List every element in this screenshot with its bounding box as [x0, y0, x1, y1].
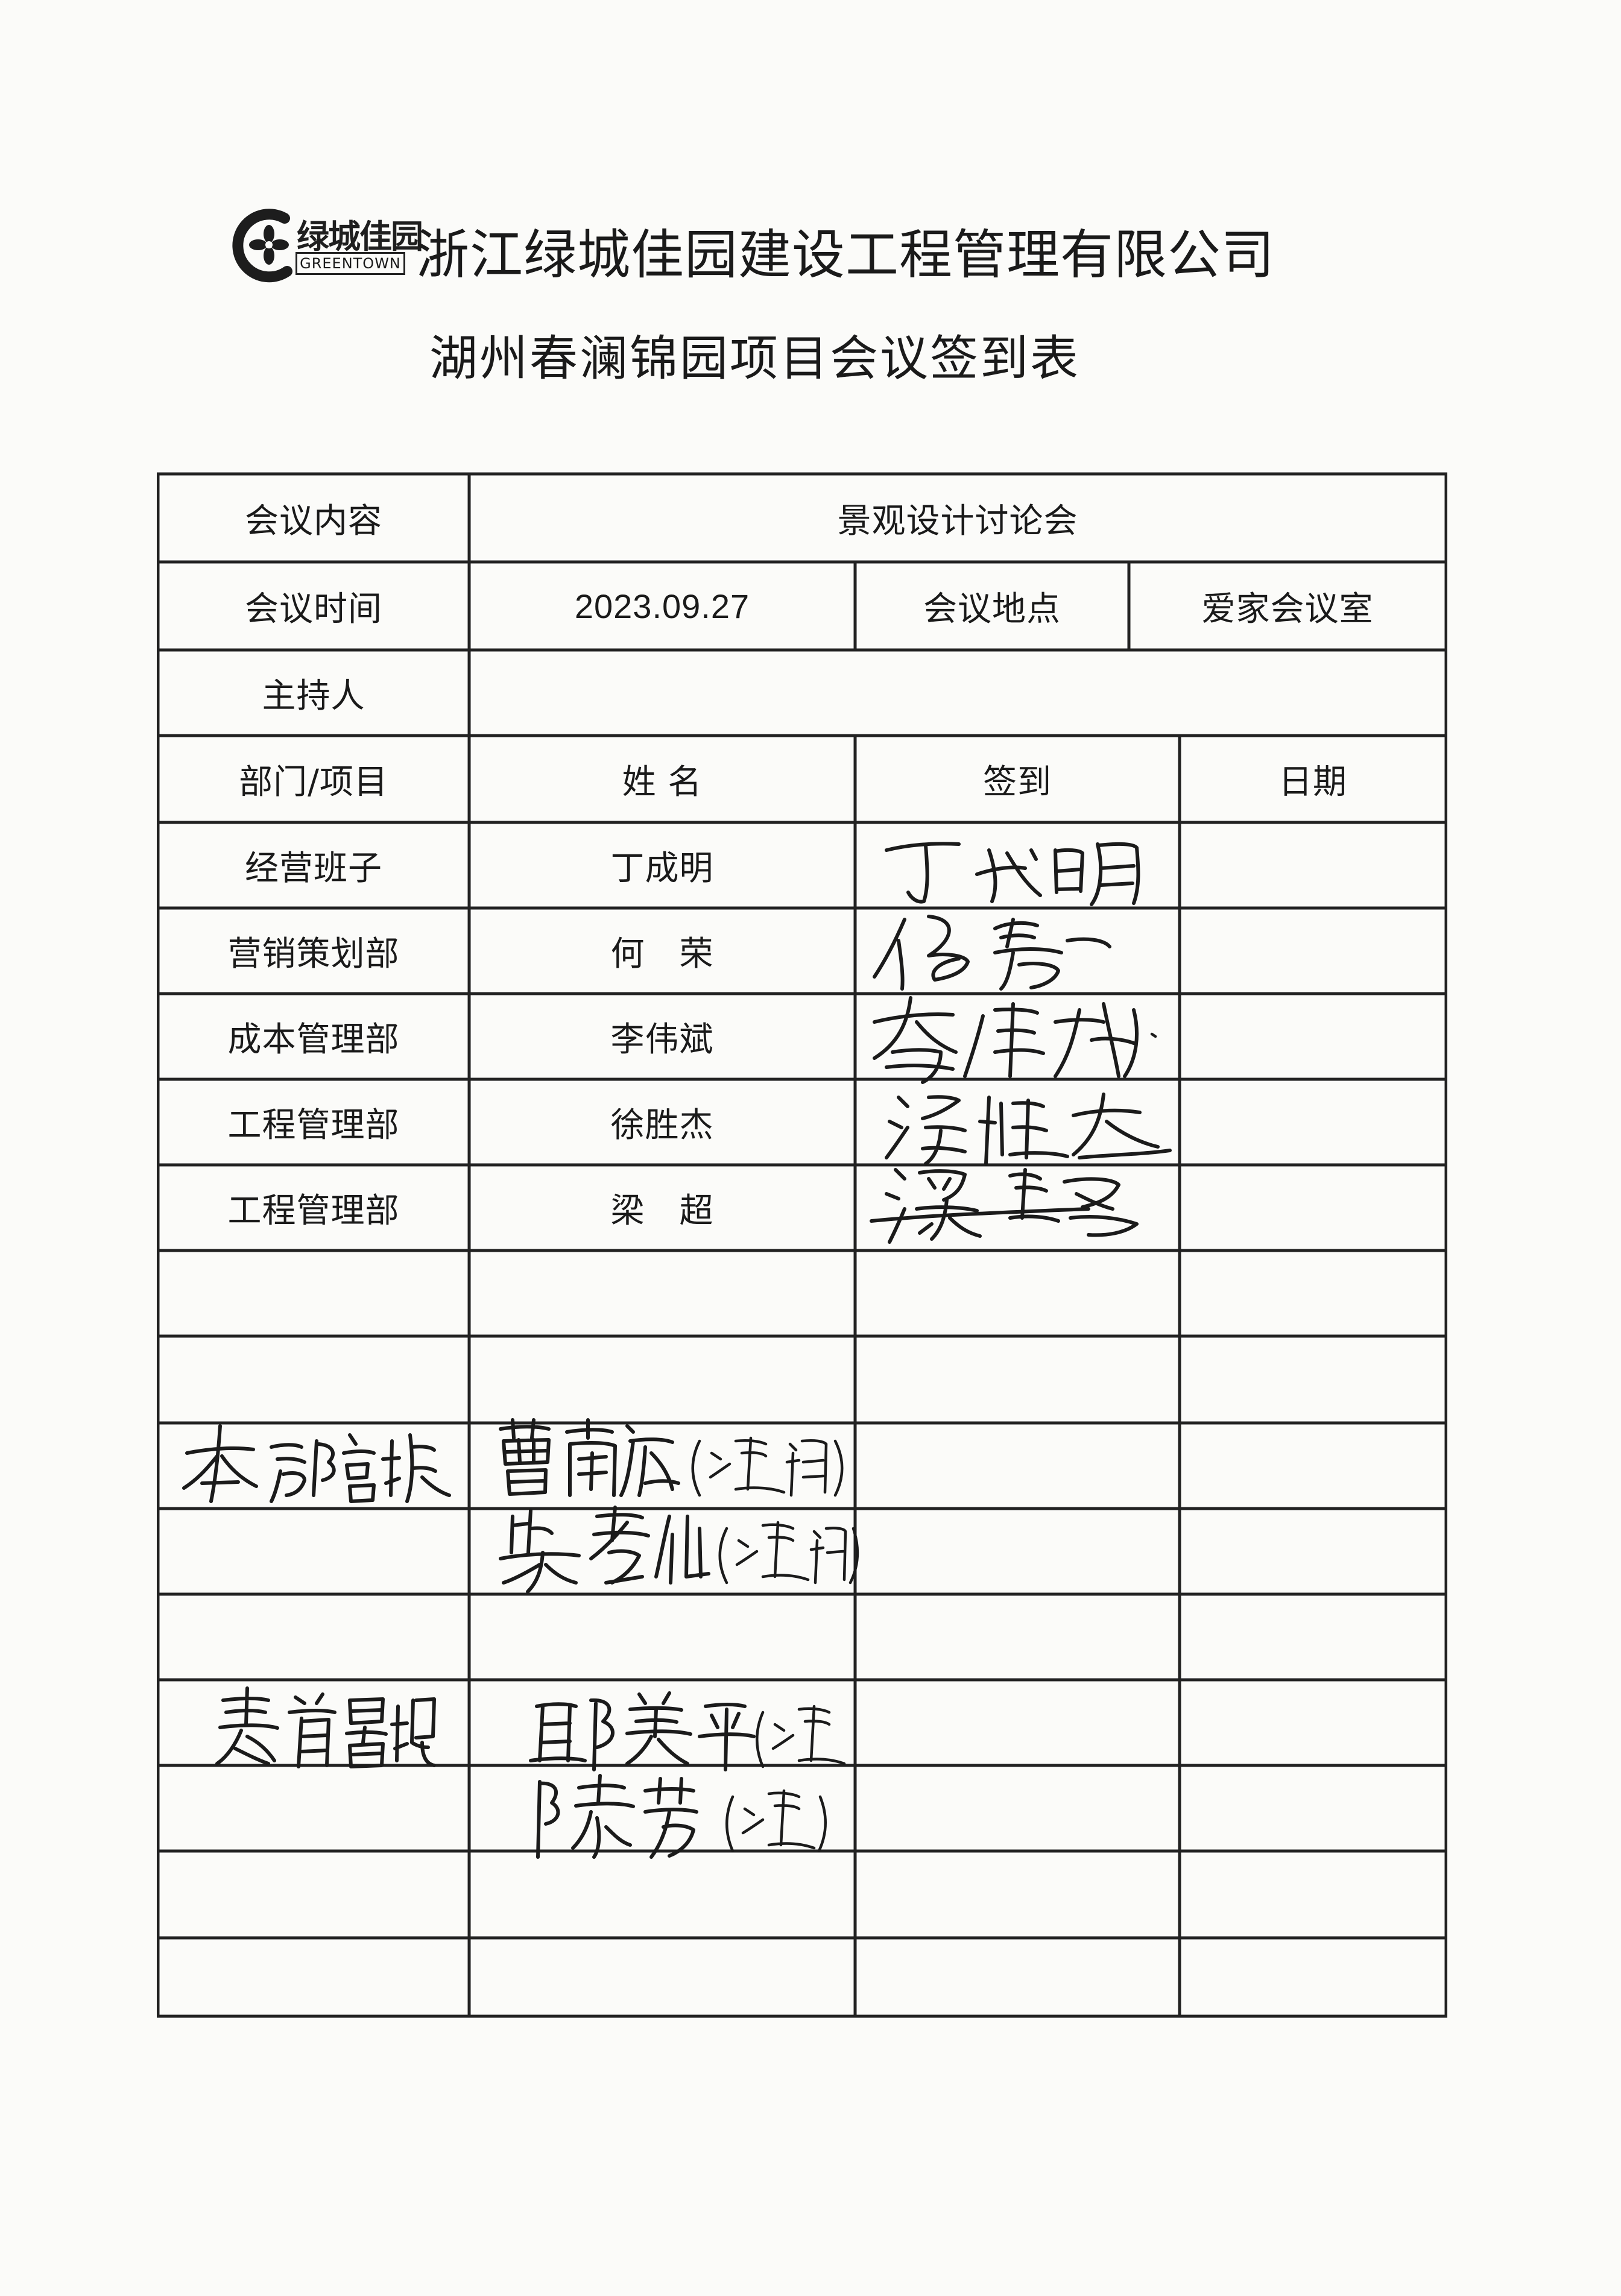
- row-name: 梁 超: [610, 1191, 714, 1231]
- handwritten-dept-benbu: [182, 1424, 451, 1503]
- row-department: 经营班子: [245, 848, 382, 888]
- handwritten-name-chen-fang: [536, 1774, 827, 1859]
- column-header-name: 姓 名: [622, 762, 703, 802]
- row-department: 工程管理部: [227, 1191, 400, 1231]
- signature-li-weibin: [873, 996, 1157, 1084]
- host-label: 主持人: [262, 676, 365, 716]
- meeting-content-value: 景观设计讨论会: [837, 501, 1078, 541]
- meeting-place-label: 会议地点: [923, 589, 1061, 629]
- signature-he-rong: [873, 915, 1111, 991]
- row-department: 工程管理部: [227, 1105, 400, 1145]
- meeting-time-label: 会议时间: [245, 589, 382, 629]
- meeting-content-label: 会议内容: [245, 501, 382, 541]
- handwritten-dept-maiken: [215, 1686, 436, 1768]
- handwritten-name-chai-xiaoxian: [499, 1506, 859, 1594]
- column-header-signature: 签到: [983, 762, 1052, 802]
- column-header-date: 日期: [1278, 762, 1347, 802]
- logo-chinese-text: 绿城佳园: [297, 218, 423, 256]
- row-name: 何 荣: [610, 934, 714, 974]
- signature-liang-chao: [870, 1168, 1139, 1244]
- row-name: 徐胜杰: [610, 1105, 714, 1145]
- company-logo: 绿城佳园 GREENTOWN: [229, 205, 428, 283]
- logo-english-text: GREENTOWN: [295, 252, 405, 275]
- row-department: 营销策划部: [227, 934, 400, 974]
- document-title: 湖州春澜锦园项目会议签到表: [429, 330, 1080, 386]
- meeting-place-value: 爱家会议室: [1201, 589, 1374, 629]
- row-name: 丁成明: [610, 848, 714, 888]
- column-header-department: 部门/项目: [239, 762, 388, 802]
- host-value: [469, 650, 1446, 736]
- sign-in-sheet-page: 绿城佳园 GREENTOWN 浙江绿城佳园建设工程管理有限公司 湖州春澜锦园项目…: [0, 0, 1621, 2296]
- company-name: 浙江绿城佳园建设工程管理有限公司: [416, 224, 1275, 286]
- signature-ding-chengming: [885, 842, 1140, 906]
- sign-in-table: 会议内容 景观设计讨论会 会议时间 2023.09.27 会议地点 爱家会议室 …: [157, 440, 1447, 2020]
- meeting-time-value: 2023.09.27: [574, 587, 750, 625]
- row-department: 成本管理部: [227, 1020, 400, 1059]
- row-name: 李伟斌: [610, 1020, 714, 1059]
